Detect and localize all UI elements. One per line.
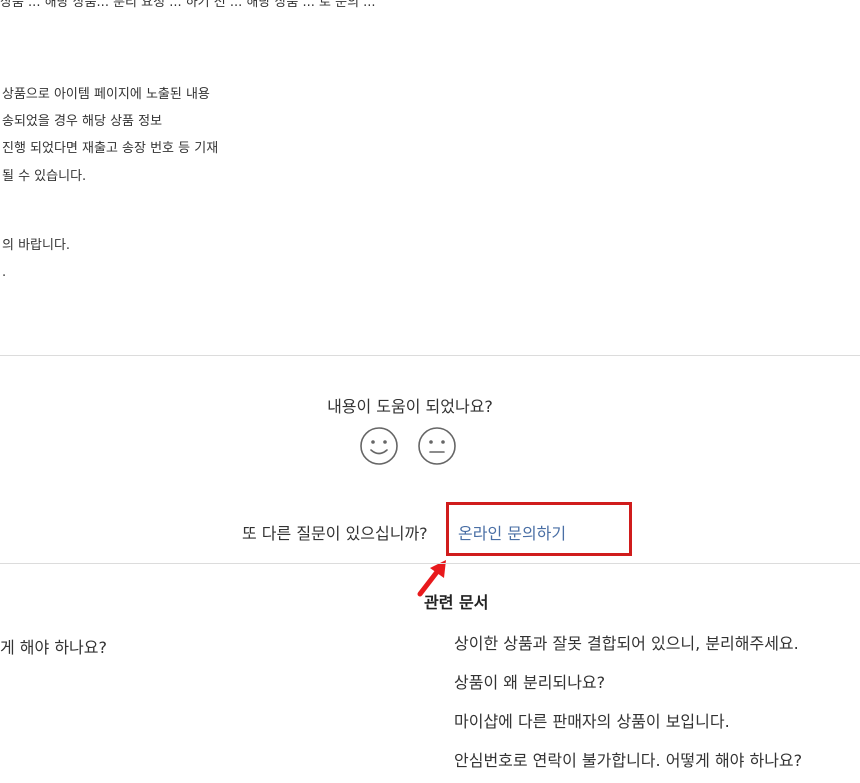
section-divider-bottom — [0, 563, 860, 564]
smile-face-icon[interactable] — [358, 425, 400, 467]
related-docs-title: 관련 문서 — [424, 593, 489, 612]
related-doc-right-2[interactable]: 상품이 왜 분리되나요? — [454, 673, 802, 693]
related-doc-right-4[interactable]: 안심번호로 연락이 불가합니다. 어떻게 해야 하나요? — [454, 751, 802, 771]
article-line-2: 송되었을 경우 해당 상품 정보 — [2, 114, 163, 129]
article-line-6: . — [2, 265, 7, 280]
article-line-3: 진행 되었다면 재출고 송장 번호 등 기재 — [2, 141, 219, 156]
related-doc-left-1[interactable]: 게 해야 하나요? — [0, 634, 107, 658]
related-doc-right-3[interactable]: 마이샵에 다른 판매자의 상품이 보입니다. — [454, 712, 802, 732]
related-docs-right-list: 상이한 상품과 잘못 결합되어 있으니, 분리해주세요. 상품이 왜 분리되나요… — [454, 634, 802, 783]
article-line-1: 상품으로 아이템 페이지에 노출된 내용 — [2, 87, 210, 102]
related-doc-right-1[interactable]: 상이한 상품과 잘못 결합되어 있으니, 분리해주세요. — [454, 634, 802, 654]
article-top-fragment: 상품 ... 해당 상품... 분리 요청 ... 하기 전 ... 해당 상품… — [0, 0, 376, 10]
online-inquiry-link[interactable]: 온라인 문의하기 — [458, 520, 566, 544]
help-article-page: 상품 ... 해당 상품... 분리 요청 ... 하기 전 ... 해당 상품… — [0, 0, 860, 783]
feedback-faces — [358, 425, 458, 467]
article-line-4: 될 수 있습니다. — [2, 169, 87, 184]
neutral-face-icon[interactable] — [416, 425, 458, 467]
more-question-text: 또 다른 질문이 있으십니까? — [242, 524, 428, 543]
section-divider-top — [0, 355, 860, 356]
article-line-5: 의 바랍니다. — [2, 238, 71, 253]
feedback-question: 내용이 도움이 되었나요? — [327, 397, 493, 416]
